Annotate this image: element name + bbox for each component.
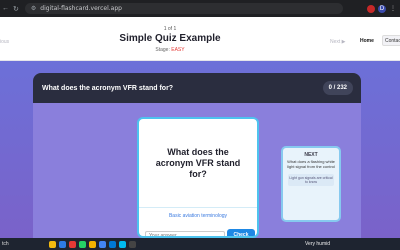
menu-icon[interactable]: ⋮ bbox=[389, 5, 397, 13]
address-url: digital-flashcard.vercel.app bbox=[40, 5, 122, 12]
next-button[interactable]: Next ▶ bbox=[330, 39, 346, 45]
app-icon[interactable] bbox=[78, 240, 86, 248]
browser-nav: ← ↻ bbox=[2, 5, 19, 13]
stage-level: EASY bbox=[171, 47, 185, 53]
app-icon[interactable] bbox=[48, 240, 56, 248]
taskbar-apps bbox=[48, 240, 136, 248]
site-info-icon[interactable]: ⚙ bbox=[31, 5, 36, 12]
back-icon[interactable]: ← bbox=[2, 5, 9, 13]
flashcard-question: What does the acronym VFR stand for? bbox=[155, 147, 241, 179]
app-icon[interactable] bbox=[108, 240, 116, 248]
next-card-question: What does a flashing white light signal … bbox=[287, 159, 335, 169]
stage-prefix: Stage: bbox=[155, 47, 172, 53]
check-button[interactable]: Check bbox=[227, 229, 255, 236]
next-card-label: NEXT bbox=[304, 152, 318, 158]
weather-status: Very humid bbox=[304, 241, 330, 247]
score-badge: 0 / 232 bbox=[322, 81, 353, 95]
card-category: Basic aviation terminology bbox=[168, 213, 228, 219]
contact-link[interactable]: Contact bbox=[382, 35, 400, 46]
address-bar[interactable]: ⚙ digital-flashcard.vercel.app bbox=[24, 3, 343, 14]
answer-input[interactable] bbox=[145, 231, 225, 236]
next-card-hint: Light gun signals are critical to know bbox=[288, 174, 334, 186]
app-icon[interactable] bbox=[88, 240, 96, 248]
stage-indicator: Stage: EASY bbox=[0, 47, 340, 53]
app-icon[interactable] bbox=[118, 240, 126, 248]
next-card-preview[interactable]: NEXT What does a flashing white light si… bbox=[281, 146, 341, 222]
os-taskbar: tch Very humid bbox=[0, 238, 400, 250]
card-counter: 1 of 1 bbox=[163, 26, 177, 32]
question-heading: What does the acronym VFR stand for? bbox=[42, 84, 174, 92]
extension-icon[interactable] bbox=[367, 4, 375, 13]
browser-actions: D ⋮ bbox=[367, 4, 397, 13]
app-icon[interactable] bbox=[128, 240, 136, 248]
card-divider bbox=[139, 207, 257, 208]
taskbar-search[interactable]: tch bbox=[2, 241, 9, 247]
home-link[interactable]: Home bbox=[356, 35, 378, 46]
app-icon[interactable] bbox=[98, 240, 106, 248]
app-header: ious 1 of 1 Simple Quiz Example Stage: E… bbox=[0, 17, 400, 61]
page-title: Simple Quiz Example bbox=[119, 33, 221, 44]
app-icon[interactable] bbox=[68, 240, 76, 248]
browser-toolbar: ← ↻ ⚙ digital-flashcard.vercel.app D ⋮ bbox=[0, 0, 400, 17]
question-bar: What does the acronym VFR stand for? 0 /… bbox=[33, 73, 361, 103]
app-icon[interactable] bbox=[58, 240, 66, 248]
reload-icon[interactable]: ↻ bbox=[13, 5, 19, 13]
flashcard[interactable]: What does the acronym VFR stand for? Bas… bbox=[137, 117, 259, 238]
profile-icon[interactable]: D bbox=[378, 4, 386, 13]
